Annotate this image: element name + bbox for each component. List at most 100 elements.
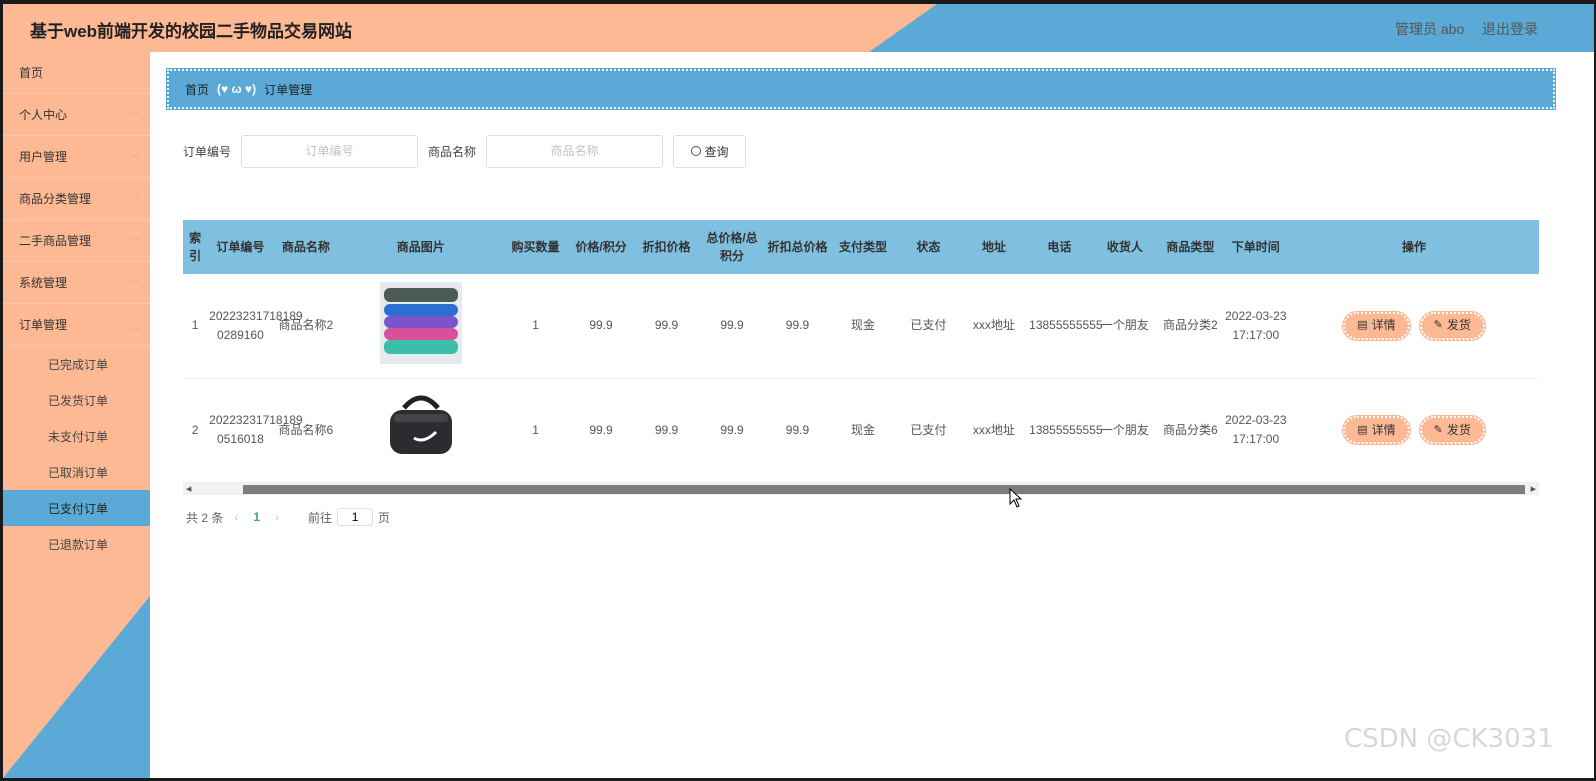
- mouse-cursor-icon: [1009, 488, 1023, 508]
- column-header: 操作: [1402, 240, 1427, 254]
- prev-page-icon[interactable]: ‹: [234, 510, 238, 524]
- watermark: CSDN @CK3031: [1344, 724, 1554, 754]
- cell-qty: 1: [532, 422, 539, 437]
- cell-status: 已支付: [910, 422, 947, 437]
- breadcrumb: 首页 (♥ ω ♥) 订单管理: [166, 68, 1556, 110]
- sidebar-item-orders[interactable]: 订单管理 ︿: [3, 304, 150, 346]
- ship-button[interactable]: ✎ 发货: [1418, 415, 1486, 445]
- chevron-up-icon: ︿: [130, 322, 140, 333]
- sidebar-subitem-unpaid[interactable]: 未支付订单: [3, 418, 150, 454]
- goods-name-input[interactable]: [486, 134, 664, 168]
- cell-discount-total: 99.9: [785, 318, 810, 333]
- cell-receiver: 一个朋友: [1100, 318, 1149, 333]
- resistance-bands-image: [379, 281, 462, 364]
- goods-name-label: 商品名称: [428, 144, 477, 159]
- pagination: 共 2 条 ‹ 1 › 前往 页: [186, 506, 390, 528]
- sidebar-subitem-cancelled[interactable]: 已取消订单: [3, 454, 150, 490]
- sidebar-subitem-paid[interactable]: 已支付订单: [3, 490, 150, 526]
- cell-status: 已支付: [910, 318, 947, 333]
- cell-discount: 99.9: [654, 318, 679, 333]
- breadcrumb-separator: (♥ ω ♥): [217, 82, 257, 96]
- table-row: 1 20223231718189 0289160 商品名称2 1 99.9 99.9 99.…: [183, 274, 1539, 378]
- pager-goto-input[interactable]: [337, 508, 374, 526]
- column-header: 地址: [981, 240, 1006, 254]
- ship-button[interactable]: ✎ 发货: [1418, 310, 1486, 341]
- cell-total: 99.9: [720, 422, 744, 437]
- next-page-icon[interactable]: ›: [275, 510, 279, 524]
- cell-pay-type: 现金: [850, 318, 875, 333]
- logout-link[interactable]: 退出登录: [1482, 19, 1538, 39]
- pager-total: 共 2 条: [186, 510, 224, 525]
- cell-actions: ▤ 详情 ✎ 发货: [1289, 378, 1539, 482]
- search-icon: [690, 146, 701, 156]
- edit-icon: ✎: [1433, 423, 1443, 436]
- sports-duffel-bag-image: [379, 386, 462, 468]
- column-header: 价格/积分: [575, 240, 627, 254]
- detail-button[interactable]: ▤ 详情: [1342, 415, 1411, 445]
- chevron-down-icon: ﹀: [130, 280, 140, 291]
- column-header: 下单时间: [1231, 240, 1280, 254]
- page-number[interactable]: 1: [253, 510, 260, 524]
- cell-discount: 99.9: [654, 422, 679, 437]
- detail-button[interactable]: ▤ 详情: [1342, 310, 1411, 341]
- sidebar-item-users[interactable]: 用户管理 ﹀: [3, 136, 150, 178]
- cell-goods: 商品名称6: [278, 422, 334, 437]
- chevron-down-icon: ﹀: [130, 112, 140, 123]
- document-icon: ▤: [1357, 319, 1368, 332]
- sidebar-subitem-completed[interactable]: 已完成订单: [3, 346, 150, 382]
- column-header: 商品图片: [396, 240, 445, 254]
- column-header: 收货人: [1106, 240, 1143, 254]
- column-header: 电话: [1047, 240, 1072, 254]
- chevron-down-icon: ﹀: [130, 196, 140, 207]
- cell-phone: 13855555555: [1029, 318, 1103, 333]
- scroll-right-icon[interactable]: ▶: [1531, 485, 1536, 493]
- sidebar-subitem-shipped[interactable]: 已发货订单: [3, 382, 150, 418]
- search-button[interactable]: 查询: [673, 134, 747, 168]
- breadcrumb-current: 订单管理: [264, 82, 313, 97]
- cell-receiver: 一个朋友: [1100, 422, 1149, 437]
- edit-icon: ✎: [1433, 319, 1443, 332]
- cell-total: 99.9: [720, 318, 744, 333]
- scroll-left-icon[interactable]: ◀: [186, 485, 191, 493]
- chevron-down-icon: ﹀: [130, 154, 140, 165]
- column-header: 折扣总价格: [767, 240, 828, 254]
- cell-index: 2: [191, 422, 199, 437]
- cell-index: 1: [191, 318, 199, 333]
- scrollbar-thumb[interactable]: [243, 485, 1525, 494]
- breadcrumb-home[interactable]: 首页: [185, 81, 209, 98]
- goods-image: [338, 274, 503, 378]
- search-bar: 订单编号 商品名称 查询: [183, 134, 747, 168]
- order-no-label: 订单编号: [183, 144, 232, 159]
- pager-page-suffix: 页: [378, 510, 391, 525]
- cell-address: xxx地址: [972, 422, 1015, 437]
- top-header: 基于web前端开发的校园二手物品交易网站 管理员 abo 退出登录: [3, 4, 1594, 52]
- column-header: 购买数量: [511, 240, 560, 254]
- column-header: 状态: [916, 240, 941, 254]
- cell-qty: 1: [532, 318, 539, 333]
- sidebar-item-goods[interactable]: 二手商品管理 ﹀: [3, 220, 150, 262]
- order-no-input[interactable]: [241, 134, 419, 168]
- cell-price: 99.9: [589, 422, 613, 437]
- column-header: 总价格/总积分: [706, 231, 758, 263]
- table-header-row: 索引 订单编号 商品名称 商品图片 购买数量 价格/积分 折扣价格 总价格/总积分 折扣总价格支…: [183, 220, 1539, 274]
- cell-goods: 商品名称2: [278, 318, 334, 333]
- table-row: 2 20223231718189 0516018 商品名称6 1 99.9 99.9 99.…: [183, 378, 1539, 482]
- column-header: 订单编号: [216, 240, 265, 254]
- cell-discount-total: 99.9: [785, 422, 810, 437]
- sidebar-item-home[interactable]: 首页: [3, 52, 150, 94]
- cell-category: 商品分类2: [1162, 318, 1218, 333]
- sidebar-item-profile[interactable]: 个人中心 ﹀: [3, 94, 150, 136]
- cell-actions: ▤ 详情 ✎ 发货: [1289, 274, 1539, 378]
- sidebar-subitem-refunded[interactable]: 已退款订单: [3, 526, 150, 562]
- horizontal-scrollbar[interactable]: ◀ ▶: [183, 483, 1539, 495]
- cell-category: 商品分类6: [1162, 422, 1218, 437]
- cell-phone: 13855555555: [1029, 422, 1103, 437]
- cell-time: 2022-03-23 17:17:00: [1225, 308, 1287, 342]
- admin-label: 管理员 abo: [1395, 21, 1465, 37]
- sidebar: 首页 个人中心 ﹀ 用户管理 ﹀ 商品分类管理 ﹀ 二手商品管理 ﹀ 系统管理 ﹀ 订单管…: [3, 52, 150, 778]
- sidebar-item-categories[interactable]: 商品分类管理 ﹀: [3, 178, 150, 220]
- cell-order-no: 20223231718189 0289160: [209, 308, 303, 342]
- sidebar-item-system[interactable]: 系统管理 ﹀: [3, 262, 150, 304]
- cell-time: 2022-03-23 17:17:00: [1225, 413, 1287, 446]
- app-window: 基于web前端开发的校园二手物品交易网站 管理员 abo 退出登录 首页 个人中…: [3, 4, 1594, 778]
